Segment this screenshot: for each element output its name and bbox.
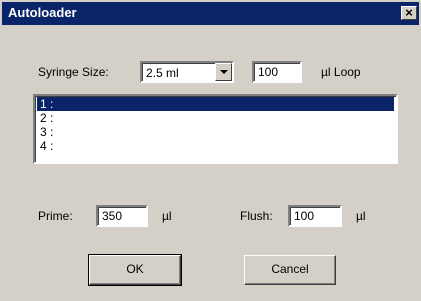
title-bar[interactable]: Autoloader × — [2, 2, 419, 25]
loop-volume-input[interactable]: 100 — [252, 61, 302, 83]
prime-volume-input[interactable]: 350 — [96, 205, 148, 227]
chevron-down-icon[interactable] — [215, 63, 232, 81]
close-icon[interactable]: × — [401, 6, 417, 20]
list-item[interactable]: 4 : — [37, 139, 394, 153]
prime-label: Prime: — [38, 209, 73, 223]
flush-label: Flush: — [240, 209, 273, 223]
list-item[interactable]: 2 : — [37, 111, 394, 125]
loop-unit-label: µl Loop — [321, 65, 361, 79]
ok-button[interactable]: OK — [88, 254, 182, 286]
list-item[interactable]: 1 : — [37, 97, 394, 111]
flush-unit-label: µl — [356, 209, 366, 223]
syringe-size-label: Syringe Size: — [38, 65, 109, 79]
prime-unit-label: µl — [162, 209, 172, 223]
position-list[interactable]: 1 : 2 : 3 : 4 : — [33, 94, 398, 164]
window-title: Autoloader — [8, 5, 77, 20]
syringe-size-dropdown[interactable]: 2.5 ml — [140, 61, 234, 83]
autoloader-dialog: Autoloader × Syringe Size: 2.5 ml 100 µl… — [0, 0, 421, 301]
flush-volume-input[interactable]: 100 — [288, 205, 342, 227]
list-item[interactable]: 3 : — [37, 125, 394, 139]
cancel-button[interactable]: Cancel — [244, 255, 336, 285]
syringe-size-value: 2.5 ml — [146, 66, 179, 80]
